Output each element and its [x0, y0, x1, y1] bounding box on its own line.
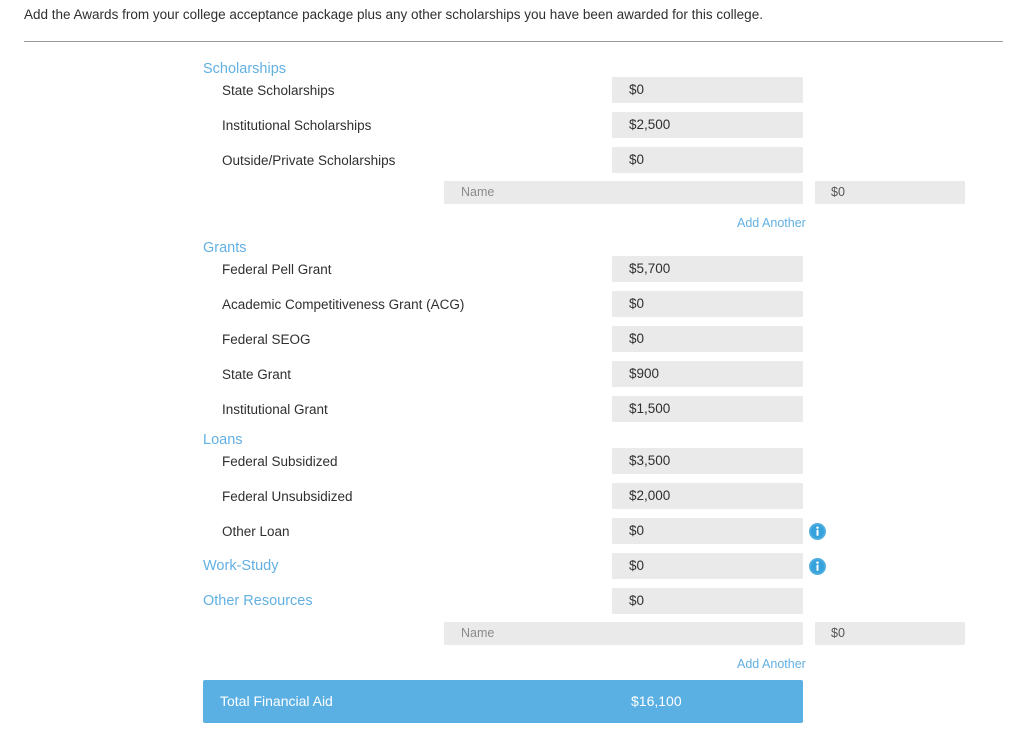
input-institutional-grant[interactable]	[612, 396, 803, 422]
total-financial-aid-bar: Total Financial Aid $16,100	[203, 680, 803, 723]
row-label-institutional-grant: Institutional Grant	[222, 402, 328, 417]
input-federal-seog[interactable]	[612, 326, 803, 352]
input-other-resources[interactable]	[612, 588, 803, 614]
input-other-loan[interactable]	[612, 518, 803, 544]
input-outside-private-scholarships[interactable]	[612, 147, 803, 173]
section-heading-other-resources: Other Resources	[203, 593, 313, 609]
input-state-scholarships[interactable]	[612, 77, 803, 103]
input-institutional-scholarships[interactable]	[612, 112, 803, 138]
header-divider	[24, 41, 1003, 42]
input-work-study[interactable]	[612, 553, 803, 579]
add-another-scholarship-link[interactable]: Add Another	[737, 216, 806, 230]
info-circle-icon[interactable]	[809, 558, 826, 575]
section-heading-scholarships: Scholarships	[203, 61, 286, 77]
row-label-institutional-scholarships: Institutional Scholarships	[222, 118, 371, 133]
input-scholarship-custom-name[interactable]	[444, 181, 803, 204]
section-heading-loans: Loans	[203, 432, 243, 448]
input-federal-subsidized[interactable]	[612, 448, 803, 474]
row-label-federal-pell-grant: Federal Pell Grant	[222, 262, 332, 277]
input-academic-competitiveness-grant[interactable]	[612, 291, 803, 317]
row-label-other-loan: Other Loan	[222, 524, 290, 539]
page-instructions: Add the Awards from your college accepta…	[24, 6, 1004, 23]
row-label-federal-seog: Federal SEOG	[222, 332, 311, 347]
add-another-other-resource-link[interactable]: Add Another	[737, 657, 806, 671]
input-other-resources-custom-amount[interactable]	[815, 622, 965, 645]
row-label-federal-unsubsidized: Federal Unsubsidized	[222, 489, 353, 504]
row-label-federal-subsidized: Federal Subsidized	[222, 454, 338, 469]
input-other-resources-custom-name[interactable]	[444, 622, 803, 645]
input-state-grant[interactable]	[612, 361, 803, 387]
info-circle-icon[interactable]	[809, 523, 826, 540]
total-financial-aid-label: Total Financial Aid	[220, 680, 333, 723]
row-label-outside-private-scholarships: Outside/Private Scholarships	[222, 153, 395, 168]
section-heading-work-study: Work-Study	[203, 558, 278, 574]
input-federal-pell-grant[interactable]	[612, 256, 803, 282]
total-financial-aid-value: $16,100	[631, 680, 682, 723]
row-label-academic-competitiveness-grant: Academic Competitiveness Grant (ACG)	[222, 297, 464, 312]
input-federal-unsubsidized[interactable]	[612, 483, 803, 509]
input-scholarship-custom-amount[interactable]	[815, 181, 965, 204]
row-label-state-scholarships: State Scholarships	[222, 83, 335, 98]
row-label-state-grant: State Grant	[222, 367, 291, 382]
section-heading-grants: Grants	[203, 240, 247, 256]
